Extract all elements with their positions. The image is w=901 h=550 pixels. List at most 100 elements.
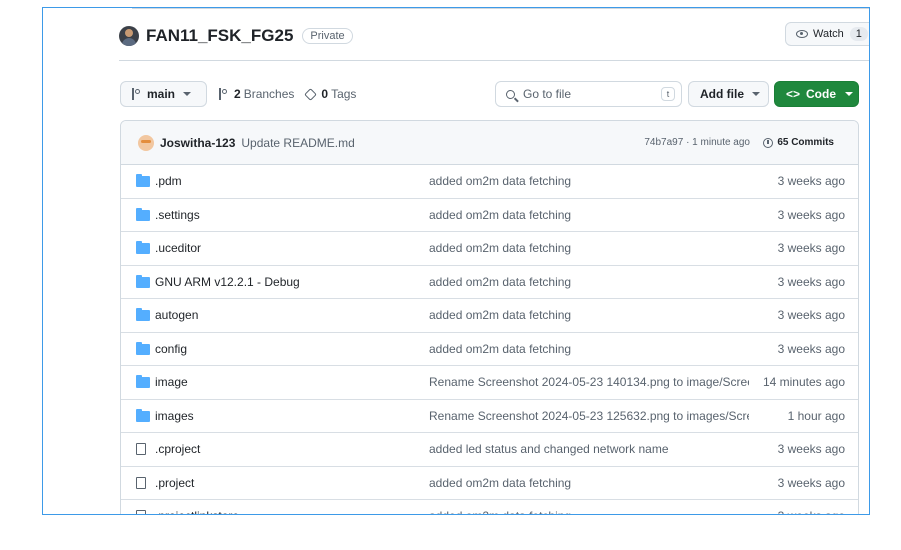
file-name-link[interactable]: GNU ARM v12.2.1 - Debug [155,275,300,289]
branches-link[interactable]: 2 Branches [234,87,294,101]
repo-name[interactable]: FAN11_FSK_FG25 [146,26,293,46]
search-icon [506,89,515,99]
table-row[interactable]: image Rename Screenshot 2024-05-23 140134… [121,366,858,400]
folder-icon [136,375,150,388]
folder-icon [136,408,150,422]
file-icon [136,510,146,514]
file-icon [136,476,146,489]
commit-message-link[interactable]: added om2m data fetching [429,509,571,514]
commit-age: 1 hour ago [787,408,845,423]
folder-icon [136,375,150,388]
owner-avatar[interactable] [119,26,139,46]
file-icon [136,443,146,456]
table-row[interactable]: .cproject added led status and changed ne… [121,433,858,467]
repo-header: FAN11_FSK_FG25 Private [119,25,353,47]
file-list: .pdm added om2m data fetching 3 weeks ago.… [121,165,858,514]
file-icon [136,476,146,490]
commit-age: 14 minutes ago [762,375,845,390]
folder-icon [136,207,150,221]
commit-message-link[interactable]: added om2m data fetching [429,241,571,255]
file-name-link[interactable]: config [155,342,187,356]
table-row[interactable]: GNU ARM v12.2.1 - Debug added om2m data f… [121,266,858,299]
code-label: Code [806,87,837,101]
commit-age: 3 weeks ago [777,341,845,356]
table-row[interactable]: config added om2m data fetching 3 weeks ag… [121,333,858,366]
folder-icon [136,274,150,288]
add-file-label: Add file [700,87,744,101]
tag-icon [304,87,318,101]
table-row[interactable]: autogen added om2m data fetching 3 weeks a… [121,299,858,333]
commit-message-link[interactable]: added led status and changed network nam… [429,442,669,456]
commit-message-link[interactable]: added om2m data fetching [429,275,571,289]
tags-label: Tags [331,87,357,101]
file-icon [136,510,146,514]
commit-message-link[interactable]: added om2m data fetching [429,208,571,222]
file-name-link[interactable]: .projectlinkstore [155,509,239,514]
folder-icon [136,341,150,355]
commit-message-link[interactable]: added om2m data fetching [429,174,571,188]
commit-message-link[interactable]: added om2m data fetching [429,342,571,356]
watch-count: 1 [849,27,868,41]
file-icon [136,443,146,455]
table-row[interactable]: .projectlinkstore added om2m data fetchin… [121,500,858,514]
chevron-down-icon [183,92,192,96]
add-file-button[interactable]: Add file [688,81,769,107]
commit-age: 3 weeks ago [777,442,845,457]
commit-message[interactable]: Update README.md [241,136,354,150]
commit-age: 3 weeks ago [778,509,845,514]
tags-link[interactable]: 0 Tags [321,87,356,101]
file-name-link[interactable]: .uceditor [155,241,201,255]
file-name-link[interactable]: .settings [155,208,200,222]
eye-icon [796,30,808,38]
file-name-link[interactable]: autogen [155,308,198,322]
commits-label: 65 Commits [777,137,834,148]
commits-link[interactable]: 65 Commits [763,137,834,148]
table-row[interactable]: .settings added om2m data fetching 3 weeks… [121,199,858,232]
table-row[interactable]: images Rename Screenshot 2024-05-23 12563… [121,400,858,433]
branch-select-button[interactable]: main [120,81,207,107]
commit-message-link[interactable]: Rename Screenshot 2024-05-23 140134.png … [429,375,749,389]
commit-age: 3 weeks ago [777,274,845,289]
chevron-down-icon [845,92,854,96]
branches-label: Branches [243,87,295,101]
file-name-link[interactable]: .cproject [155,442,200,456]
table-row[interactable]: .project added om2m data fetching 3 weeks … [121,467,858,500]
commit-age: 3 weeks ago [777,241,845,256]
tags-count: 0 [321,87,329,101]
commit-message-link[interactable]: added om2m data fetching [429,308,571,322]
folder-icon [136,274,150,288]
table-row[interactable]: .pdm added om2m data fetching 3 weeks ago [121,165,858,199]
commit-age: 3 weeks ago [777,308,845,323]
commit-hash-time[interactable]: 74b7a97 · 1 minute ago [644,137,750,148]
folder-icon [136,408,150,422]
folder-icon [136,174,150,187]
repo-meta-links: 2 Branches 0 Tags [218,87,356,101]
history-icon [763,137,774,148]
watch-label: Watch [813,28,844,40]
commit-age: 3 weeks ago [777,207,845,222]
committer-name[interactable]: Joswitha-123 [160,136,235,150]
folder-icon [136,308,150,321]
go-to-file-search[interactable]: Go to file t [495,81,682,107]
watch-button[interactable]: Watch 1 [785,22,869,46]
table-row[interactable]: .uceditor added om2m data fetching 3 weeks… [121,232,858,266]
branch-icon [131,88,141,100]
branches-icon [218,88,228,100]
chevron-down-icon [752,92,760,96]
visibility-badge: Private [302,28,353,44]
commit-age: 3 weeks ago [777,174,845,189]
branch-name: main [147,87,176,101]
code-button[interactable]: <> Code [774,81,859,107]
search-placeholder: Go to file [523,87,572,101]
file-name-link[interactable]: .pdm [155,174,182,188]
file-table: Joswitha-123 Update README.md 74b7a97 · … [120,120,859,514]
code-icon: <> [786,87,801,101]
file-name-link[interactable]: image [155,375,188,389]
commit-message-link[interactable]: Rename Screenshot 2024-05-23 125632.png … [429,409,749,423]
folder-icon [136,308,150,321]
file-name-link[interactable]: images [155,409,194,423]
header-divider [119,60,869,61]
file-name-link[interactable]: .project [155,476,194,490]
commit-message-link[interactable]: added om2m data fetching [429,476,571,490]
committer-avatar[interactable] [138,134,154,151]
